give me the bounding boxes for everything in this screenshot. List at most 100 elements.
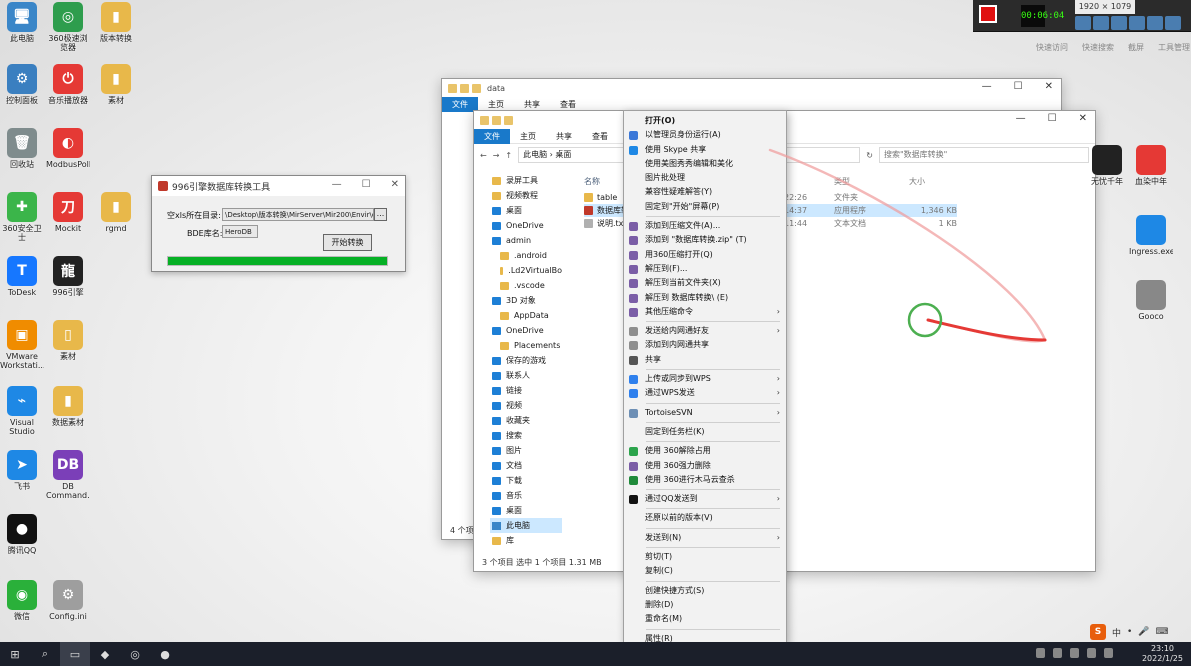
nav-item[interactable]: 录屏工具: [490, 173, 562, 188]
nav-item[interactable]: 视频教程: [490, 188, 562, 203]
nav-item[interactable]: admin: [490, 233, 562, 248]
nav-item[interactable]: 联系人: [490, 368, 562, 383]
context-menu-item[interactable]: 使用 360解除占用: [624, 444, 786, 458]
context-menu-item[interactable]: 其他压缩命令 ›: [624, 305, 786, 319]
keyboard-icon[interactable]: ⌨: [1156, 627, 1169, 637]
network-icon[interactable]: [1053, 648, 1062, 658]
desktop-icon[interactable]: 🗑 回收站: [0, 128, 44, 178]
properties-icon[interactable]: [492, 115, 501, 125]
nav-item[interactable]: 音乐: [490, 488, 562, 503]
search-input[interactable]: 搜索"数据库转换": [879, 147, 1089, 163]
cursor-icon[interactable]: [1129, 16, 1145, 30]
context-menu-item[interactable]: 剪切(T): [624, 550, 786, 564]
nav-item[interactable]: 此电脑: [490, 518, 562, 533]
stop-record-button[interactable]: [979, 5, 997, 23]
desktop-icon[interactable]: 刀 Mockit: [46, 192, 90, 242]
context-menu-item[interactable]: 上传或同步到WPS ›: [624, 372, 786, 386]
desktop-icon[interactable]: ⚙ 控制面板: [0, 64, 44, 114]
column-type[interactable]: 类型: [834, 173, 909, 191]
nav-item[interactable]: 桌面: [490, 503, 562, 518]
context-menu-item[interactable]: 用360压缩打开(Q): [624, 248, 786, 262]
clock[interactable]: 23:10 2022/1/25: [1142, 644, 1183, 664]
tool-manage-label[interactable]: 工具管理: [1158, 42, 1190, 53]
close-icon[interactable]: ✕: [1045, 81, 1053, 92]
tray-arrow-icon[interactable]: [1036, 648, 1045, 658]
desktop-icon[interactable]: ⏻ 音乐播放器: [46, 64, 90, 114]
context-menu-item[interactable]: 重命名(M): [624, 612, 786, 626]
nav-item[interactable]: Placements: [490, 338, 562, 353]
maximize-icon[interactable]: ☐: [1014, 81, 1023, 92]
context-menu-item[interactable]: 通过QQ发送到 ›: [624, 492, 786, 506]
desktop-icon[interactable]: ⌁ Visual Studio Code: [0, 386, 44, 436]
quick-access-label[interactable]: 快速访问: [1036, 42, 1068, 53]
nav-item[interactable]: .android: [490, 248, 562, 263]
nav-item[interactable]: 库: [490, 533, 562, 548]
ime-mode[interactable]: 中: [1112, 626, 1121, 639]
desktop-icon[interactable]: ⚙ Config.ini: [46, 580, 90, 630]
maximize-icon[interactable]: ☐: [1048, 113, 1057, 124]
new-folder-icon[interactable]: [472, 83, 481, 93]
volume-icon[interactable]: [1075, 16, 1091, 30]
desktop-icon[interactable]: 血染中年: [1129, 145, 1173, 195]
context-menu-item[interactable]: 以管理员身份运行(A): [624, 128, 786, 142]
new-folder-icon[interactable]: [504, 115, 513, 125]
context-menu-item[interactable]: 解压到(F)...: [624, 262, 786, 276]
wechat-tray-icon[interactable]: [1087, 648, 1096, 658]
context-menu-item[interactable]: 发送到(N) ›: [624, 531, 786, 545]
desktop-icon[interactable]: ▣ VMware Workstati...: [0, 320, 44, 370]
nav-item[interactable]: 链接: [490, 383, 562, 398]
mic-icon[interactable]: [1093, 16, 1109, 30]
browse-button[interactable]: ...: [374, 208, 387, 221]
nav-item[interactable]: .vscode: [490, 278, 562, 293]
bde-field[interactable]: HeroDB: [222, 225, 258, 238]
recorder-task-icon[interactable]: ●: [150, 642, 180, 666]
minimize-icon[interactable]: —: [982, 81, 992, 92]
desktop-icon[interactable]: ● 腾讯QQ: [0, 514, 44, 564]
nav-item[interactable]: 图片: [490, 443, 562, 458]
pen-icon[interactable]: [1147, 16, 1163, 30]
nav-item[interactable]: 下载: [490, 473, 562, 488]
context-menu-item[interactable]: 使用 360进行木马云查杀: [624, 473, 786, 487]
close-icon[interactable]: ✕: [1079, 113, 1087, 124]
ime-tray-icon[interactable]: [1104, 648, 1113, 658]
nav-item[interactable]: 搜索: [490, 428, 562, 443]
desktop-icon[interactable]: DB DB Command...: [46, 450, 90, 500]
breadcrumb-pc[interactable]: 此电脑: [523, 150, 547, 159]
file-explorer-icon[interactable]: ▭: [60, 642, 90, 666]
nav-item[interactable]: 保存的游戏: [490, 353, 562, 368]
desktop-icon[interactable]: Gooco: [1129, 280, 1173, 330]
back-arrow-icon[interactable]: ←: [480, 151, 487, 160]
tab-file[interactable]: 文件: [474, 128, 510, 144]
nav-item[interactable]: .Ld2VirtualBo: [490, 263, 562, 278]
search-icon[interactable]: ⌕: [30, 642, 60, 666]
maximize-icon[interactable]: ☐: [362, 179, 371, 190]
desktop-icon[interactable]: 🖥 此电脑: [0, 2, 44, 52]
column-size[interactable]: 大小: [909, 173, 957, 191]
context-menu-item[interactable]: 还原以前的版本(V): [624, 511, 786, 525]
minimize-icon[interactable]: —: [332, 179, 342, 190]
volume-icon[interactable]: [1070, 648, 1079, 658]
context-menu-item[interactable]: TortoiseSVN ›: [624, 406, 786, 420]
context-menu-item[interactable]: 发送给内网通好友 ›: [624, 324, 786, 338]
context-menu-item[interactable]: 固定到"开始"屏幕(P): [624, 200, 786, 214]
context-menu-item[interactable]: 添加到压缩文件(A)...: [624, 219, 786, 233]
desktop-icon[interactable]: 无忧千年: [1085, 145, 1129, 195]
desktop-icon[interactable]: T ToDesk: [0, 256, 44, 306]
camera-icon[interactable]: [1111, 16, 1127, 30]
tab-share[interactable]: 共享: [546, 129, 582, 144]
context-menu-item[interactable]: 使用 360强力删除: [624, 459, 786, 473]
desktop-icon[interactable]: ◎ 360极速浏览器: [46, 2, 90, 52]
mic-icon[interactable]: 🎤: [1138, 627, 1149, 637]
context-menu-item[interactable]: 通过WPS发送 ›: [624, 386, 786, 400]
desktop-icon[interactable]: 龍 996引擎: [46, 256, 90, 306]
window-titlebar[interactable]: data — ☐ ✕: [442, 79, 1061, 97]
desktop-icon[interactable]: ◉ 微信: [0, 580, 44, 630]
converter-task-icon[interactable]: ◆: [90, 642, 120, 666]
desktop-icon[interactable]: Ingress.exe: [1129, 215, 1173, 265]
nav-item[interactable]: OneDrive: [490, 218, 562, 233]
context-menu-item[interactable]: 兼容性疑难解答(Y): [624, 185, 786, 199]
desktop-icon[interactable]: ▮ 素材: [94, 64, 138, 114]
nav-item[interactable]: 视频: [490, 398, 562, 413]
context-menu-item[interactable]: 图片批处理: [624, 171, 786, 185]
breadcrumb-desktop[interactable]: 桌面: [555, 150, 571, 159]
